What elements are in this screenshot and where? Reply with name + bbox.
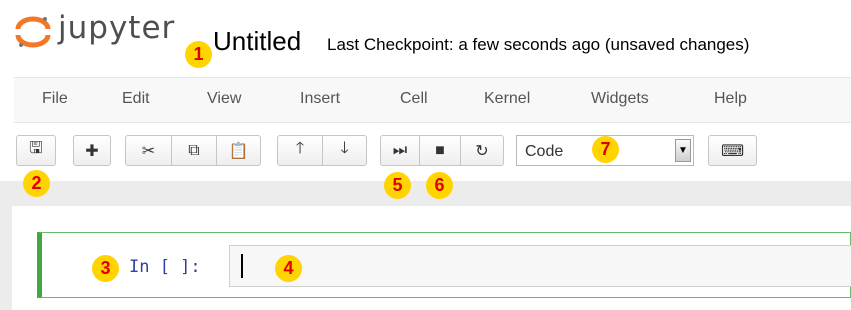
scissors-icon: ✂ bbox=[141, 142, 156, 160]
copy-button[interactable]: ⧉ bbox=[171, 135, 217, 166]
move-up-button[interactable]: 🡑 bbox=[277, 135, 323, 166]
menu-kernel[interactable]: Kernel bbox=[484, 90, 530, 108]
menu-cell[interactable]: Cell bbox=[400, 90, 428, 108]
menu-help[interactable]: Help bbox=[714, 90, 747, 108]
annotation-badge-5: 5 bbox=[384, 172, 411, 199]
floppy-disk-icon: 🖫 bbox=[29, 140, 43, 157]
text-cursor bbox=[241, 254, 243, 278]
cell-input-area[interactable] bbox=[229, 245, 851, 287]
jupyter-logo-icon[interactable] bbox=[14, 12, 52, 50]
command-palette-button[interactable]: ⌨ bbox=[708, 135, 757, 166]
annotation-badge-1: 1 bbox=[185, 41, 212, 68]
restart-button[interactable]: ↻ bbox=[460, 135, 504, 166]
annotation-badge-2: 2 bbox=[23, 170, 50, 197]
paste-button[interactable]: 📋 bbox=[216, 135, 261, 166]
menu-edit[interactable]: Edit bbox=[122, 90, 150, 108]
save-button[interactable]: 🖫 bbox=[16, 135, 56, 166]
cell-prompt: In [ ]: bbox=[129, 257, 201, 277]
step-forward-icon: ⏭ bbox=[392, 141, 408, 159]
menu-file[interactable]: File bbox=[42, 90, 68, 108]
annotation-badge-6: 6 bbox=[426, 172, 453, 199]
menubar: File Edit View Insert Cell Kernel Widget… bbox=[14, 77, 851, 123]
notebook-header: jupyter Untitled Last Checkpoint: a few … bbox=[0, 0, 851, 68]
checkpoint-status: Last Checkpoint: a few seconds ago (unsa… bbox=[327, 35, 750, 54]
annotation-badge-3: 3 bbox=[92, 255, 119, 282]
copy-icon: ⧉ bbox=[188, 141, 200, 159]
notebook-title[interactable]: Untitled bbox=[213, 26, 301, 57]
annotation-badge-4: 4 bbox=[275, 255, 302, 282]
annotation-badge-7: 7 bbox=[592, 136, 619, 163]
move-down-button[interactable]: 🡓 bbox=[322, 135, 367, 166]
arrow-up-icon: 🡑 bbox=[295, 140, 305, 157]
run-button[interactable]: ⏭ bbox=[380, 135, 420, 166]
menu-view[interactable]: View bbox=[207, 90, 241, 108]
plus-icon: ✚ bbox=[85, 142, 99, 160]
cut-button[interactable]: ✂ bbox=[125, 135, 172, 166]
interrupt-button[interactable]: ■ bbox=[419, 135, 461, 166]
dropdown-arrow-icon[interactable]: ▼ bbox=[675, 139, 691, 162]
insert-cell-below-button[interactable]: ✚ bbox=[73, 135, 111, 166]
jupyter-wordmark: jupyter bbox=[58, 10, 176, 46]
menu-widgets[interactable]: Widgets bbox=[591, 90, 649, 108]
menu-insert[interactable]: Insert bbox=[300, 90, 340, 108]
paste-icon: 📋 bbox=[228, 142, 249, 160]
cell-type-value: Code bbox=[525, 143, 564, 160]
arrow-down-icon: 🡓 bbox=[340, 140, 349, 157]
stop-icon: ■ bbox=[435, 141, 445, 159]
keyboard-icon: ⌨ bbox=[720, 142, 745, 160]
refresh-icon: ↻ bbox=[475, 142, 489, 160]
